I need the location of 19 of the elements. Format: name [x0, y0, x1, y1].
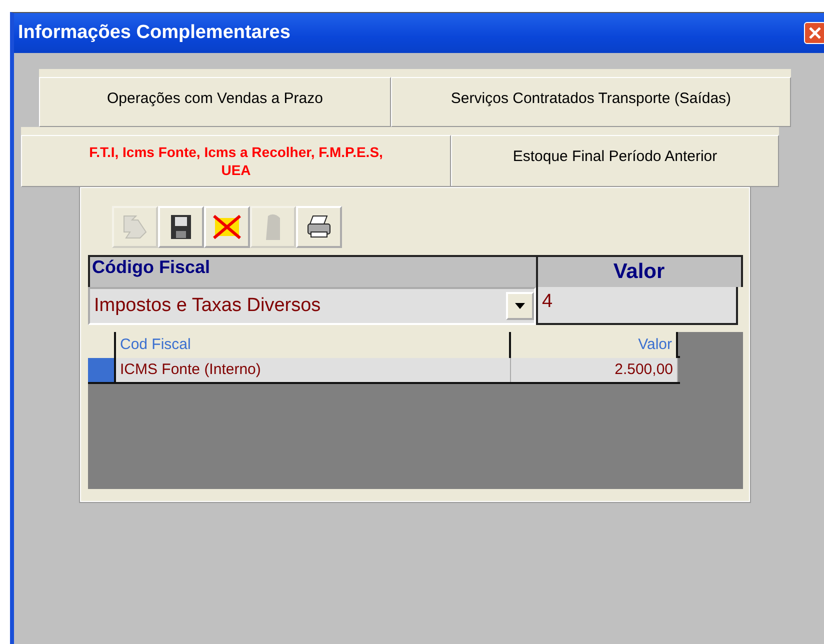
toolbar-button[interactable] [296, 206, 342, 248]
toolbar-button[interactable] [158, 206, 204, 248]
table-cell: 2.500,00 [511, 358, 678, 382]
row-selector[interactable] [88, 358, 116, 382]
column-header[interactable]: Cod Fiscal [116, 332, 511, 358]
code-dropdown[interactable]: Impostos e Taxas Diversos [88, 287, 536, 325]
cancel-icon [211, 212, 243, 242]
tab[interactable]: Serviços Contratados Transporte (Saídas) [391, 77, 791, 127]
value-field[interactable]: 4 [536, 287, 738, 325]
dropdown-button[interactable] [506, 292, 534, 320]
column-label: Valor [612, 259, 666, 285]
tab[interactable]: Operações com Vendas a Prazo [39, 77, 391, 127]
table-cell: ICMS Fonte (Interno) [116, 358, 511, 382]
close-button[interactable] [804, 22, 824, 44]
window-title: Informações Complementares [18, 22, 290, 44]
column-header[interactable]: Valor [511, 332, 678, 358]
close-icon [808, 26, 822, 40]
tab[interactable]: Estoque Final Período Anterior [451, 135, 779, 187]
caret-icon [515, 303, 525, 309]
